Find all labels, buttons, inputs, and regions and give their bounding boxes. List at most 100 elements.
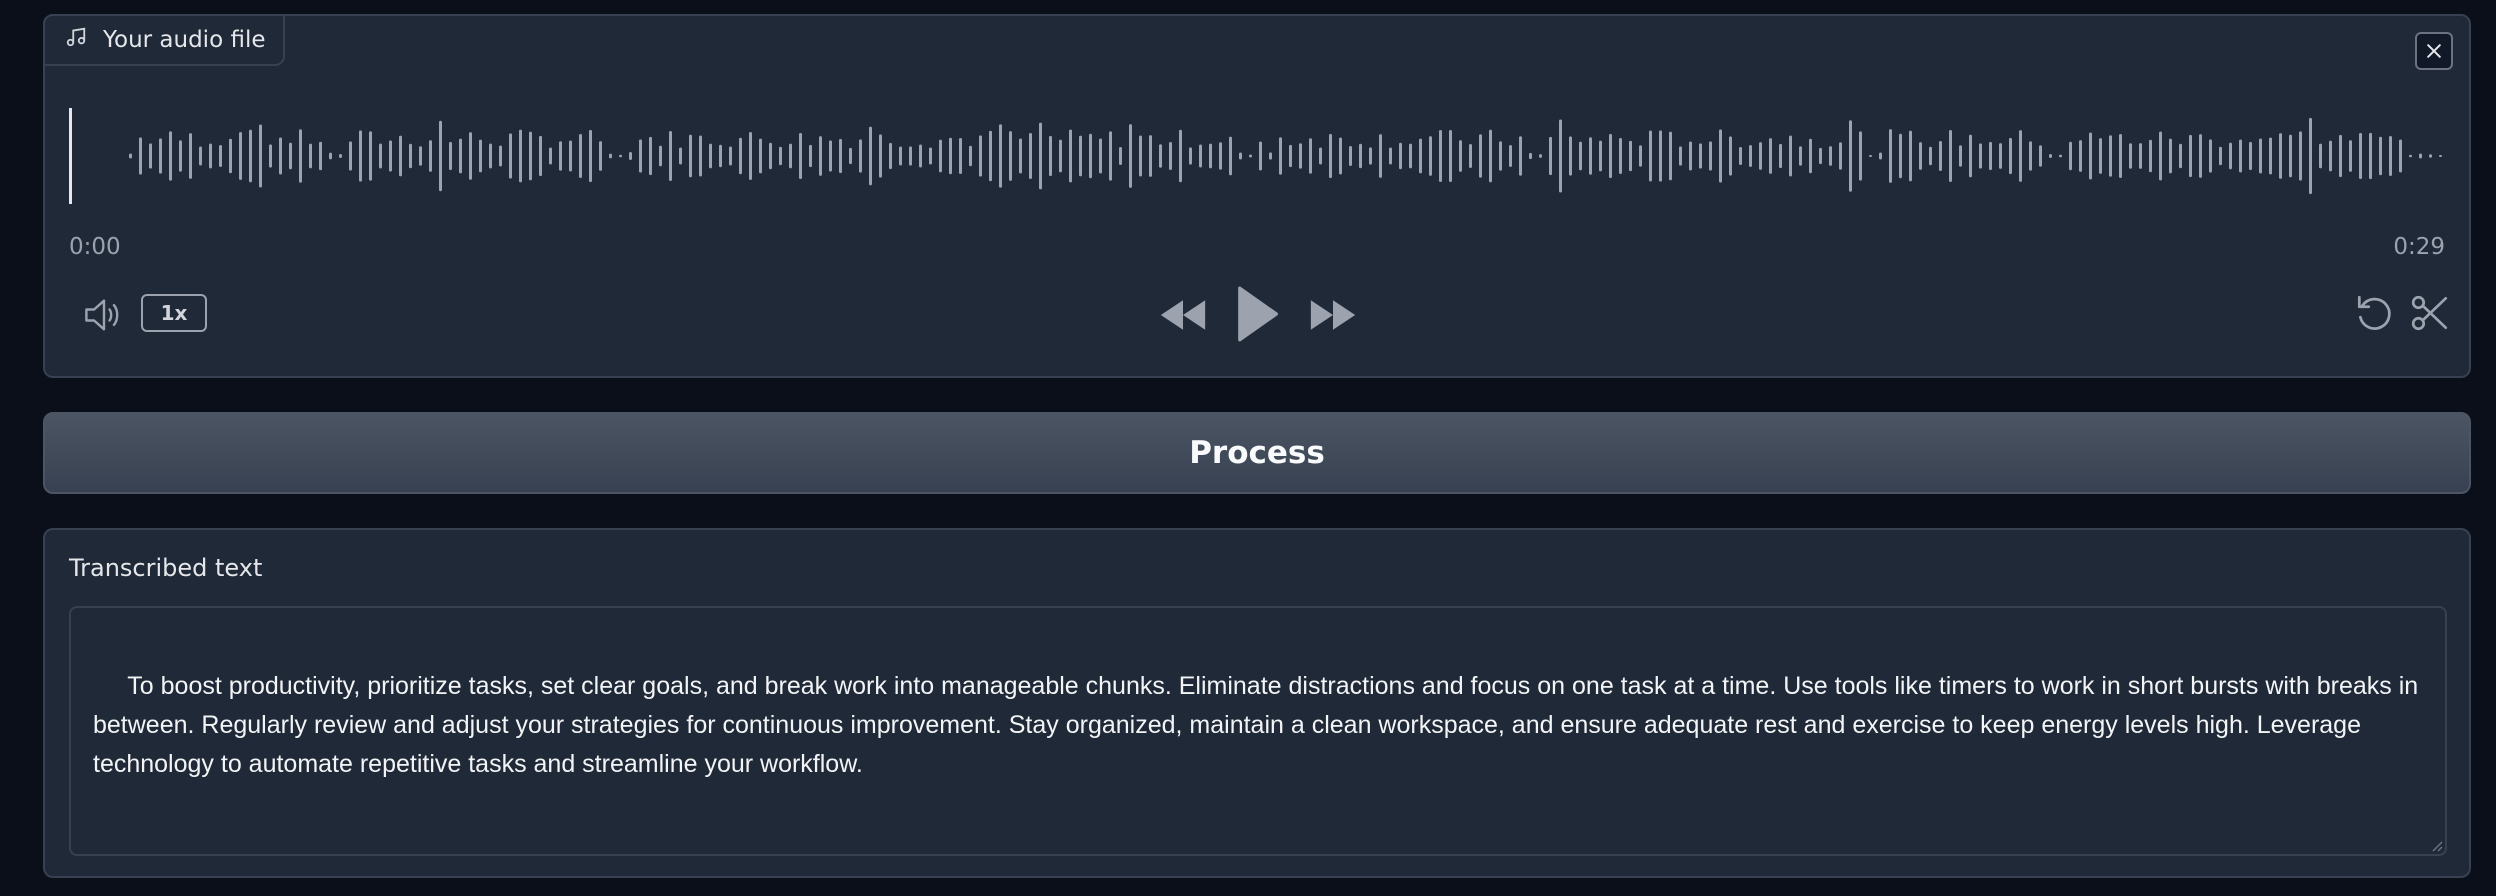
waveform-bar: [2189, 134, 2192, 178]
waveform-bar: [519, 129, 522, 183]
waveform-bar: [169, 131, 172, 181]
process-button[interactable]: Process: [43, 412, 2471, 494]
waveform[interactable]: [69, 86, 2449, 210]
waveform-bar: [2339, 134, 2342, 178]
waveform-bar: [1489, 129, 1492, 183]
waveform-bar: [1549, 136, 1552, 176]
waveform-bar: [1009, 131, 1012, 181]
waveform-bar: [349, 141, 352, 171]
waveform-bar: [1079, 135, 1082, 177]
waveform-bar: [2399, 139, 2402, 173]
transcription-textarea[interactable]: To boost productivity, prioritize tasks,…: [69, 606, 2447, 856]
waveform-bar: [239, 132, 242, 180]
waveform-bar: [2259, 138, 2262, 174]
waveform-bar: [2289, 134, 2292, 178]
waveform-bar: [1479, 134, 1482, 178]
waveform-bar: [1529, 152, 1532, 160]
play-button[interactable]: [1231, 284, 1283, 344]
waveform-bar: [999, 124, 1002, 188]
rewind-icon: [1160, 300, 1206, 330]
waveform-bar: [2089, 132, 2092, 180]
waveform-bar: [659, 145, 662, 167]
waveform-bar: [2209, 139, 2212, 173]
waveform-bar: [429, 140, 432, 172]
waveform-bar: [1839, 142, 1842, 170]
waveform-bar: [469, 132, 472, 180]
waveform-bar: [599, 141, 602, 171]
waveform-bar: [419, 146, 422, 166]
waveform-bar: [2329, 140, 2332, 172]
playhead: [69, 108, 72, 204]
waveform-bar: [1959, 145, 1962, 167]
resize-handle-icon[interactable]: [2429, 838, 2443, 852]
waveform-bar: [2229, 142, 2232, 170]
waveform-bar: [1219, 142, 1222, 170]
waveform-bar: [2369, 132, 2372, 180]
waveform-bar: [829, 140, 832, 172]
waveform-bar: [1859, 131, 1862, 181]
waveform-bar: [1459, 140, 1462, 172]
waveform-bar: [1759, 142, 1762, 170]
waveform-bar: [1189, 147, 1192, 165]
waveform-bar: [1329, 133, 1332, 179]
waveform-bar: [919, 144, 922, 168]
scissors-icon: [2411, 295, 2448, 331]
waveform-bar: [1709, 141, 1712, 171]
waveform-bar: [1599, 140, 1602, 172]
volume-button[interactable]: [79, 290, 129, 340]
waveform-bar: [609, 153, 612, 159]
waveform-bar: [1729, 136, 1732, 176]
waveform-bar: [559, 141, 562, 171]
playback-speed-button[interactable]: 1x: [141, 294, 207, 332]
rewind-button[interactable]: [1157, 292, 1209, 338]
waveform-bar: [1349, 146, 1352, 166]
waveform-bar: [189, 133, 192, 179]
fast-forward-icon: [1310, 300, 1356, 330]
close-icon: [2427, 44, 2441, 58]
clear-audio-button[interactable]: [2415, 32, 2453, 70]
waveform-bar: [739, 137, 742, 175]
waveform-bar: [249, 129, 252, 183]
waveform-bar: [229, 138, 232, 174]
waveform-bar: [589, 129, 592, 183]
trim-button[interactable]: [2407, 288, 2453, 338]
waveform-bar: [1889, 129, 1892, 183]
waveform-bar: [2349, 140, 2352, 172]
waveform-bar: [569, 140, 572, 172]
current-time: 0:00: [69, 234, 121, 260]
waveform-bar: [1749, 145, 1752, 167]
waveform-bar: [199, 146, 202, 166]
waveform-bar: [1879, 152, 1882, 160]
transcription-label: Transcribed text: [69, 554, 263, 582]
waveform-bar: [289, 142, 292, 170]
waveform-bar: [1159, 144, 1162, 168]
transcription-panel: Transcribed text To boost productivity, …: [43, 528, 2471, 878]
waveform-bar: [1619, 137, 1622, 175]
waveform-bar: [729, 146, 732, 166]
waveform-bar: [889, 142, 892, 170]
waveform-bar: [2039, 145, 2042, 167]
waveform-bar: [1439, 129, 1442, 183]
waveform-bar: [2009, 137, 2012, 175]
fast-forward-button[interactable]: [1307, 292, 1359, 338]
waveform-bar: [779, 146, 782, 166]
waveform-bar: [479, 139, 482, 173]
waveform-bar: [2079, 140, 2082, 172]
waveform-bar: [2179, 143, 2182, 169]
waveform-bar: [2239, 139, 2242, 173]
waveform-bar: [1899, 133, 1902, 179]
waveform-bar: [1029, 133, 1032, 179]
waveform-bar: [699, 135, 702, 177]
waveform-bar: [1339, 137, 1342, 175]
waveform-bar: [2279, 133, 2282, 179]
waveform-bar: [1539, 154, 1542, 158]
waveform-bar: [1449, 130, 1452, 182]
volume-icon: [85, 299, 119, 331]
waveform-bar: [1179, 129, 1182, 183]
waveform-bar: [1319, 147, 1322, 165]
reset-button[interactable]: [2351, 288, 2397, 338]
waveform-bar: [1999, 143, 2002, 169]
waveform-bar: [489, 143, 492, 169]
waveform-bar: [2169, 138, 2172, 174]
waveform-bar: [2049, 154, 2052, 158]
